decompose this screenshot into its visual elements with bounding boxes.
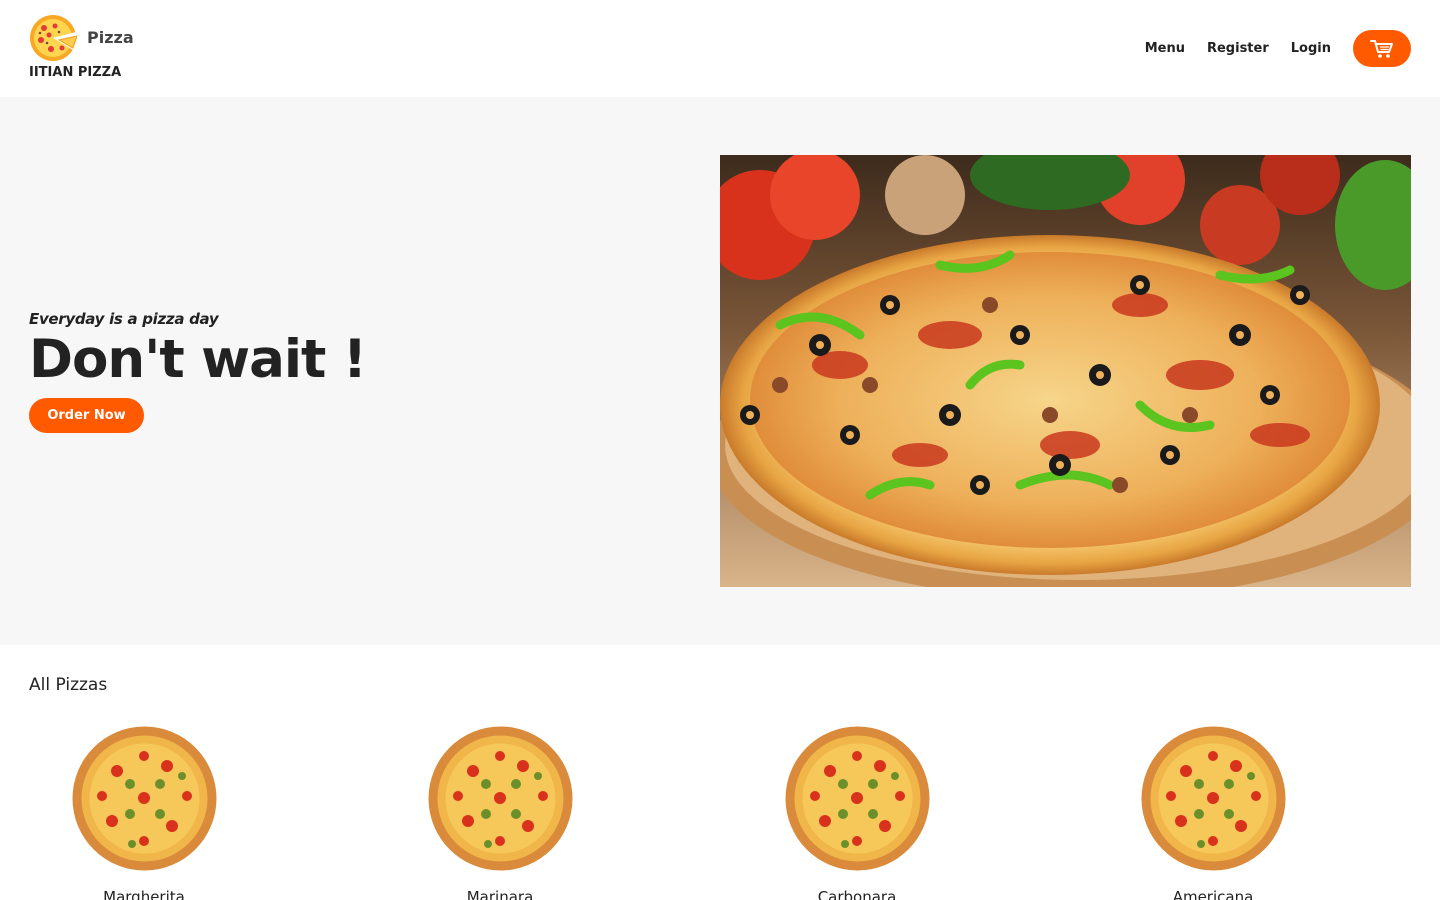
site-header: Pizza IITIAN PIZZA Menu Register Login xyxy=(0,0,1440,97)
pizza-logo-icon xyxy=(30,15,77,61)
cart-icon xyxy=(1370,39,1393,58)
brand-name: IITIAN PIZZA xyxy=(29,65,122,80)
cart-button[interactable] xyxy=(1353,30,1411,67)
pizza-name: Marinara xyxy=(466,888,534,900)
nav-register-link[interactable]: Register xyxy=(1207,41,1269,56)
main-nav: Menu Register Login xyxy=(1145,30,1411,67)
pizza-photo xyxy=(720,155,1411,587)
pizza-thumbnail xyxy=(1141,726,1286,871)
pizza-name: Carbonara xyxy=(817,888,897,900)
pizza-card[interactable]: Marinara xyxy=(400,726,600,900)
pizza-card[interactable]: Margherita xyxy=(44,726,244,900)
pizza-card[interactable]: Americana xyxy=(1113,726,1313,900)
pizza-thumbnail xyxy=(72,726,217,871)
brand-logo-word: Pizza xyxy=(87,28,134,47)
pizza-card[interactable]: Carbonara xyxy=(757,726,957,900)
hero-pizza-image xyxy=(720,155,1411,587)
nav-login-link[interactable]: Login xyxy=(1291,41,1331,56)
order-now-button[interactable]: Order Now xyxy=(29,398,144,433)
hero-section: Everyday is a pizza day Don't wait ! Ord… xyxy=(0,97,1440,645)
pizza-name: Margherita xyxy=(103,888,185,900)
hero-title: Don't wait ! xyxy=(29,329,367,390)
hero-tagline: Everyday is a pizza day xyxy=(29,310,219,328)
all-pizzas-section: All Pizzas Margherita Marinara Carbonara… xyxy=(0,645,1440,900)
hero-text: Everyday is a pizza day Don't wait ! Ord… xyxy=(29,310,367,433)
pizza-thumbnail xyxy=(785,726,930,871)
pizza-name: Americana xyxy=(1172,888,1254,900)
pizza-thumbnail xyxy=(428,726,573,871)
section-title: All Pizzas xyxy=(29,675,108,695)
brand[interactable]: Pizza IITIAN PIZZA xyxy=(29,14,169,84)
nav-menu-link[interactable]: Menu xyxy=(1145,41,1185,56)
